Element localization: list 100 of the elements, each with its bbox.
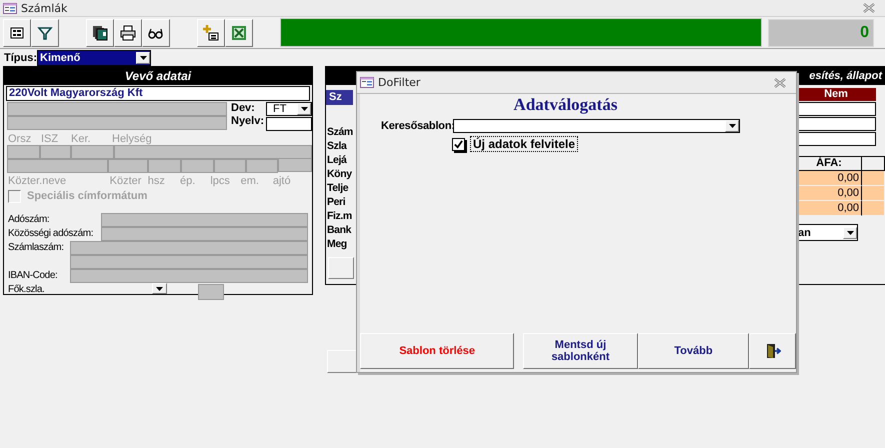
- input-field[interactable]: [70, 145, 114, 159]
- input-field[interactable]: [108, 159, 148, 173]
- table-cell: 0,00: [796, 201, 862, 216]
- language-label: Nyelv:: [231, 115, 266, 128]
- copy-button[interactable]: [86, 18, 114, 46]
- dialog-button[interactable]: Sablon törlése: [360, 333, 514, 369]
- field-label: Adószám:: [8, 213, 50, 227]
- address-label: hsz: [148, 175, 166, 187]
- input-field[interactable]: [214, 159, 246, 173]
- address-label: ISZ: [41, 133, 60, 145]
- type-dropdown[interactable]: Kimenő: [37, 50, 151, 66]
- input-field[interactable]: [101, 227, 308, 241]
- field-label: Telje: [327, 181, 350, 195]
- input-field[interactable]: [40, 145, 71, 159]
- section-tab[interactable]: Sz: [326, 90, 353, 105]
- documents-icon: [92, 24, 108, 40]
- new-entry-label: Új adatok felvitele: [470, 136, 578, 152]
- dropdown-button[interactable]: [152, 283, 167, 294]
- dropdown-arrow-icon: [156, 286, 163, 290]
- input-field[interactable]: [198, 284, 224, 300]
- address-label: Közter: [110, 175, 142, 187]
- field-label: Fők.szla.: [8, 283, 46, 297]
- dropdown[interactable]: an: [796, 224, 858, 241]
- field-label: Köny: [327, 167, 353, 181]
- exit-door-icon: [764, 343, 781, 359]
- table-cell: 0,00: [796, 171, 862, 186]
- field-label: Szla: [327, 139, 348, 153]
- status-field[interactable]: [796, 102, 876, 116]
- blank-button[interactable]: [328, 257, 354, 279]
- field-label: Peri: [327, 195, 346, 209]
- print-button[interactable]: [114, 18, 142, 46]
- close-icon[interactable]: [863, 3, 875, 13]
- view-button[interactable]: [142, 18, 170, 46]
- close-icon[interactable]: [774, 78, 786, 88]
- form-icon: [3, 2, 17, 14]
- input-field[interactable]: [246, 159, 278, 173]
- plus-form-icon: [203, 24, 219, 40]
- input-field[interactable]: [181, 159, 214, 173]
- status-field[interactable]: [796, 132, 876, 146]
- dialog-title: DoFilter: [378, 76, 420, 89]
- address-label: lpcs: [210, 175, 231, 187]
- field-label: Szám: [327, 125, 354, 139]
- currency-label: Dev:: [231, 102, 256, 115]
- add-button[interactable]: [197, 18, 225, 46]
- table-cell: 0,00: [796, 186, 862, 201]
- address-label: Orsz: [8, 133, 32, 145]
- form-icon: [9, 24, 25, 40]
- dropdown-arrow-icon: [846, 230, 854, 234]
- dropdown-arrow-icon: [728, 124, 736, 128]
- input-field[interactable]: [7, 116, 227, 130]
- address-label: Közter.neve: [8, 175, 68, 187]
- status-field[interactable]: [796, 117, 876, 131]
- template-label: Keresősablon:: [381, 120, 453, 132]
- excel-button[interactable]: [225, 18, 253, 46]
- filter-button[interactable]: [31, 18, 59, 46]
- window-title: Számlák: [21, 2, 68, 14]
- spreadsheet-icon: [231, 24, 247, 40]
- dialog-heading: Adatválogatás: [512, 95, 618, 115]
- panel-title: esítés, állapot: [809, 70, 884, 82]
- field-label: Fiz.m: [327, 209, 353, 223]
- input-field[interactable]: [114, 145, 312, 159]
- special-format-label: Speciális címformátum: [27, 190, 148, 202]
- address-label: ép.: [180, 175, 196, 187]
- address-label: Helység: [112, 133, 153, 145]
- input-field[interactable]: [7, 145, 40, 159]
- field-label: Közösségi adószám:: [8, 227, 94, 241]
- input-field[interactable]: [70, 255, 308, 269]
- input-field[interactable]: [70, 269, 308, 283]
- address-label: em.: [240, 175, 260, 187]
- field-label: Bank: [327, 223, 352, 237]
- dialog-button[interactable]: Tovább: [638, 333, 750, 369]
- filter-icon: [37, 24, 53, 40]
- address-label: Ker.: [71, 133, 92, 145]
- currency-dropdown[interactable]: FT: [266, 102, 312, 116]
- input-field[interactable]: [7, 159, 108, 173]
- input-field[interactable]: [148, 159, 182, 173]
- input-field[interactable]: [70, 241, 308, 255]
- dialog-button[interactable]: Mentsd új sablonként: [523, 333, 638, 369]
- field-label: IBAN-Code:: [8, 269, 58, 283]
- type-label: Típus:: [4, 52, 37, 64]
- checkbox[interactable]: [452, 138, 465, 150]
- form-button[interactable]: [3, 18, 31, 46]
- language-field[interactable]: [266, 117, 312, 131]
- field-label: Lejá: [327, 153, 348, 167]
- dropdown-arrow-icon: [140, 56, 146, 60]
- printer-icon: [120, 24, 136, 40]
- record-counter: 0: [768, 18, 874, 46]
- panel-header: Vevő adatai: [4, 67, 312, 85]
- field-label: Meg: [327, 237, 348, 251]
- input-field[interactable]: [278, 158, 312, 172]
- customer-name-field[interactable]: 220Volt Magyarország Kft: [6, 86, 310, 101]
- input-field[interactable]: [7, 102, 227, 116]
- field-label: Számlaszám:: [8, 241, 65, 255]
- form-icon: [360, 77, 374, 88]
- dropdown-arrow-icon: [300, 107, 308, 111]
- template-dropdown[interactable]: [453, 119, 740, 133]
- address-label: ajtó: [272, 175, 292, 187]
- status-header: Nem: [796, 88, 876, 101]
- input-field[interactable]: [101, 213, 308, 227]
- exit-button[interactable]: [749, 333, 796, 369]
